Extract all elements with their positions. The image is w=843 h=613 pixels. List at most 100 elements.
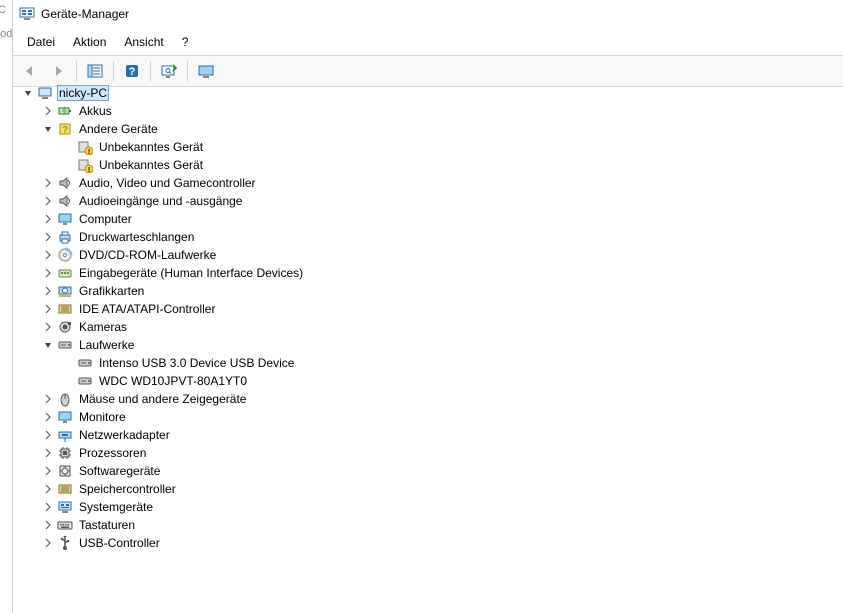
svg-text:!: ! xyxy=(88,167,90,173)
tree-node-label: Netzwerkadapter xyxy=(77,428,172,442)
tree-category[interactable]: Laufwerke xyxy=(17,336,843,354)
tree-node-label: Grafikkarten xyxy=(77,284,146,298)
tree-node-label: Kameras xyxy=(77,320,129,334)
tree-category[interactable]: Computer xyxy=(17,210,843,228)
tree-node-label: Mäuse und andere Zeigegeräte xyxy=(77,392,248,406)
window-title: Geräte-Manager xyxy=(41,7,129,21)
expand-icon[interactable] xyxy=(41,266,55,280)
software-icon xyxy=(57,463,73,479)
expand-icon[interactable] xyxy=(41,176,55,190)
usb-icon xyxy=(57,535,73,551)
tree-category[interactable]: Monitore xyxy=(17,408,843,426)
expand-icon[interactable] xyxy=(41,446,55,460)
expand-icon[interactable] xyxy=(41,320,55,334)
camera-icon xyxy=(57,319,73,335)
collapse-icon[interactable] xyxy=(21,86,35,100)
expand-icon[interactable] xyxy=(41,302,55,316)
mouse-icon xyxy=(57,391,73,407)
svg-text:?: ? xyxy=(129,66,136,78)
expand-icon[interactable] xyxy=(41,194,55,208)
keyboard-icon xyxy=(57,517,73,533)
tree-category[interactable]: Netzwerkadapter xyxy=(17,426,843,444)
menubar: Datei Aktion Ansicht ? xyxy=(13,29,843,56)
other-devices-icon: ? xyxy=(57,121,73,137)
expand-icon[interactable] xyxy=(41,212,55,226)
tree-category[interactable]: USB-Controller xyxy=(17,534,843,552)
collapse-icon[interactable] xyxy=(41,338,55,352)
tree-category[interactable]: IDE ATA/ATAPI-Controller xyxy=(17,300,843,318)
monitor-icon xyxy=(57,211,73,227)
tree-node-label: DVD/CD-ROM-Laufwerke xyxy=(77,248,218,262)
tree-node-label: Monitore xyxy=(77,410,128,424)
tree-node-label: Tastaturen xyxy=(77,518,137,532)
menu-action[interactable]: Aktion xyxy=(65,33,114,51)
tree-node-label: nicky-PC xyxy=(57,85,109,101)
device-tree[interactable]: nicky-PCAkkus?Andere Geräte!Unbekanntes … xyxy=(13,80,843,613)
expand-icon[interactable] xyxy=(41,500,55,514)
collapse-icon[interactable] xyxy=(41,122,55,136)
expand-icon[interactable] xyxy=(41,284,55,298)
svg-text:?: ? xyxy=(62,125,68,136)
tree-category[interactable]: Eingabegeräte (Human Interface Devices) xyxy=(17,264,843,282)
tree-node-label: Intenso USB 3.0 Device USB Device xyxy=(97,356,296,370)
tree-node-label: USB-Controller xyxy=(77,536,162,550)
tree-category[interactable]: Kameras xyxy=(17,318,843,336)
expand-icon[interactable] xyxy=(41,482,55,496)
tree-category[interactable]: Mäuse und andere Zeigegeräte xyxy=(17,390,843,408)
toolbar-separator xyxy=(187,61,188,81)
tree-category[interactable]: Akkus xyxy=(17,102,843,120)
storage-ctrl-icon xyxy=(57,481,73,497)
hid-icon xyxy=(57,265,73,281)
tree-node-label: Prozessoren xyxy=(77,446,148,460)
tree-category[interactable]: Grafikkarten xyxy=(17,282,843,300)
menu-view[interactable]: Ansicht xyxy=(116,33,171,51)
tree-category[interactable]: Druckwarteschlangen xyxy=(17,228,843,246)
tree-category[interactable]: ? Andere Geräte xyxy=(17,120,843,138)
titlebar: Geräte-Manager xyxy=(13,0,843,29)
cpu-icon xyxy=(57,445,73,461)
tree-device[interactable]: WDC WD10JPVT-80A1YT0 xyxy=(17,372,843,390)
network-icon xyxy=(57,427,73,443)
expand-icon[interactable] xyxy=(41,410,55,424)
tree-node-label: Andere Geräte xyxy=(77,122,160,136)
tree-category[interactable]: Softwaregeräte xyxy=(17,462,843,480)
menu-help[interactable]: ? xyxy=(174,33,197,51)
expand-icon[interactable] xyxy=(41,536,55,550)
tree-node-label: Druckwarteschlangen xyxy=(77,230,196,244)
tree-node-label: Unbekanntes Gerät xyxy=(97,158,205,172)
tree-category[interactable]: Audioeingänge und -ausgänge xyxy=(17,192,843,210)
monitor-icon xyxy=(57,409,73,425)
tree-category[interactable]: Systemgeräte xyxy=(17,498,843,516)
tree-node-label: Akkus xyxy=(77,104,114,118)
tree-node-label: Computer xyxy=(77,212,134,226)
expand-icon[interactable] xyxy=(41,230,55,244)
unknown-device-icon: ! xyxy=(77,157,93,173)
audio-icon xyxy=(57,175,73,191)
audio-io-icon xyxy=(57,193,73,209)
tree-category[interactable]: Speichercontroller xyxy=(17,480,843,498)
expand-icon[interactable] xyxy=(41,104,55,118)
toolbar-separator xyxy=(76,61,77,81)
menu-file[interactable]: Datei xyxy=(19,33,63,51)
tree-node-label: Laufwerke xyxy=(77,338,136,352)
unknown-device-icon: ! xyxy=(77,139,93,155)
drive-icon xyxy=(57,337,73,353)
tree-root[interactable]: nicky-PC xyxy=(17,84,843,102)
tree-device[interactable]: Intenso USB 3.0 Device USB Device xyxy=(17,354,843,372)
expand-icon[interactable] xyxy=(41,248,55,262)
expand-icon[interactable] xyxy=(41,428,55,442)
expand-icon[interactable] xyxy=(41,518,55,532)
tree-node-label: Audio, Video und Gamecontroller xyxy=(77,176,258,190)
tree-node-label: WDC WD10JPVT-80A1YT0 xyxy=(97,374,249,388)
expand-icon[interactable] xyxy=(41,464,55,478)
expand-icon[interactable] xyxy=(41,392,55,406)
tree-category[interactable]: Prozessoren xyxy=(17,444,843,462)
drive-icon xyxy=(77,373,93,389)
tree-device[interactable]: !Unbekanntes Gerät xyxy=(17,138,843,156)
tree-device[interactable]: ! Unbekanntes Gerät xyxy=(17,156,843,174)
tree-category[interactable]: Audio, Video und Gamecontroller xyxy=(17,174,843,192)
tree-category[interactable]: Tastaturen xyxy=(17,516,843,534)
tree-category[interactable]: DVD/CD-ROM-Laufwerke xyxy=(17,246,843,264)
toolbar-separator xyxy=(113,61,114,81)
tree-node-label: Speichercontroller xyxy=(77,482,178,496)
